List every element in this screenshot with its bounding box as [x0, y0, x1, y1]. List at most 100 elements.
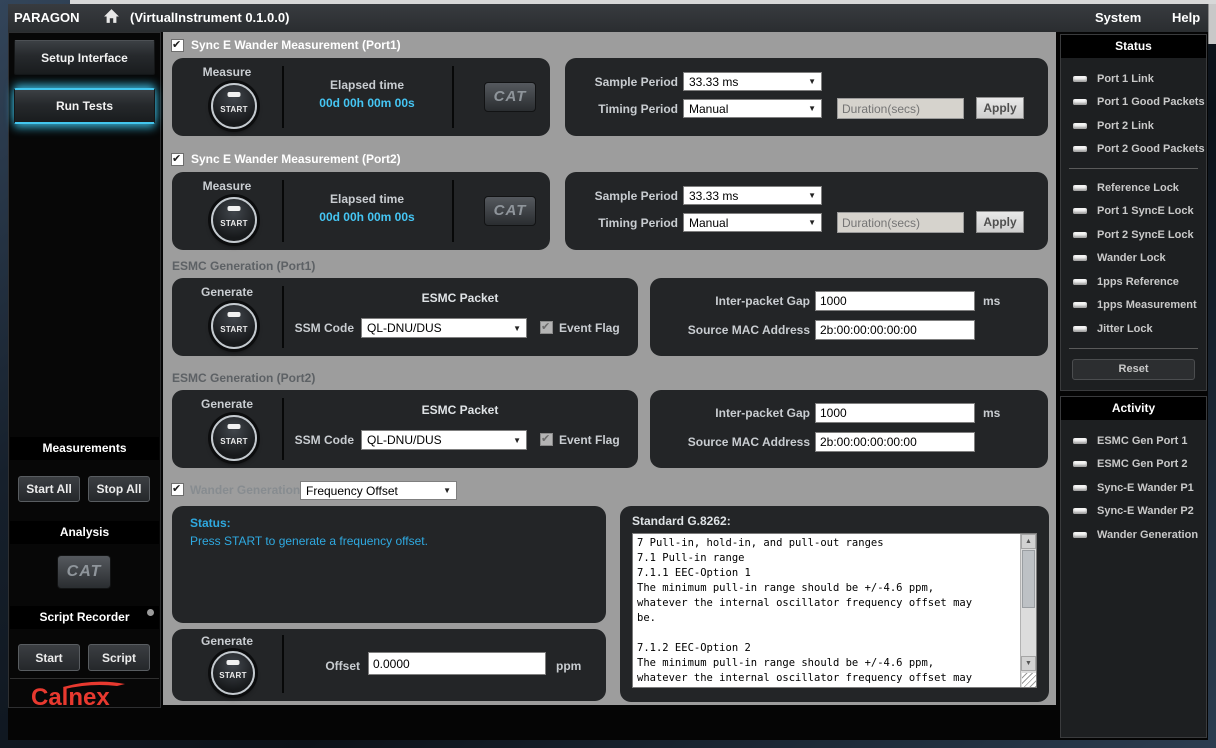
esmc1-mac-input[interactable] — [815, 320, 975, 340]
wander2-start-button[interactable]: START — [211, 197, 257, 243]
esmc1-event-flag-checkbox[interactable] — [540, 321, 553, 334]
esmc1-section-title: ESMC Generation (Port1) — [172, 259, 315, 273]
brand-title: PARAGON — [14, 10, 79, 25]
activity-item: ESMC Gen Port 2 — [1061, 453, 1206, 477]
status-item-label: 1pps Reference — [1097, 276, 1179, 288]
status-item-label: Port 1 Good Packets — [1097, 96, 1205, 108]
wander2-apply-button[interactable]: Apply — [976, 211, 1024, 233]
esmc2-start-button[interactable]: START — [211, 415, 257, 461]
chevron-down-icon: ▼ — [513, 436, 521, 445]
activity-item-label: Sync-E Wander P1 — [1097, 482, 1194, 494]
system-menu[interactable]: System — [1095, 10, 1141, 25]
start-all-label: Start All — [26, 482, 72, 496]
measurements-header: Measurements — [10, 437, 159, 460]
wander2-timing-period-select[interactable]: Manual ▼ — [683, 213, 822, 232]
divider — [1069, 348, 1198, 349]
wander-gen-generate-panel: Generate START Offset ppm — [172, 629, 606, 701]
esmc1-start-button[interactable]: START — [211, 303, 257, 349]
esmc2-mac-input[interactable] — [815, 432, 975, 452]
wander2-duration-input[interactable] — [837, 212, 964, 233]
esmc1-ssm-code-select[interactable]: QL-DNU/DUS ▼ — [361, 318, 527, 338]
cat-analysis-button[interactable]: CAT — [57, 555, 111, 589]
led-indicator — [1073, 485, 1087, 491]
esmc2-event-flag-checkbox[interactable] — [540, 433, 553, 446]
start-dash-icon — [228, 206, 241, 211]
wander1-apply-button[interactable]: Apply — [976, 97, 1024, 119]
esmc1-packet-title: ESMC Packet — [282, 291, 638, 305]
home-icon[interactable] — [103, 8, 120, 28]
scrollbar-thumb[interactable] — [1022, 550, 1035, 608]
activity-item: Sync-E Wander P2 — [1061, 500, 1206, 524]
esmc1-packet-panel: Generate START ESMC Packet SSM Code QL-D… — [172, 278, 638, 356]
wander2-settings-panel: Sample Period 33.33 ms ▼ Timing Period M… — [565, 172, 1048, 250]
status-panel-header: Status — [1061, 35, 1206, 58]
wander1-start-button[interactable]: START — [211, 83, 257, 129]
status-item: Port 2 Link — [1061, 114, 1206, 138]
wander-gen-start-button[interactable]: START — [211, 651, 255, 695]
activity-items: ESMC Gen Port 1ESMC Gen Port 2Sync-E Wan… — [1061, 420, 1206, 547]
wander1-timing-period-label: Timing Period — [573, 102, 678, 116]
activity-item-label: Wander Generation — [1097, 529, 1198, 541]
offset-input[interactable] — [368, 652, 546, 675]
esmc2-ssm-code-label: SSM Code — [282, 433, 354, 447]
wander2-elapsed-label: Elapsed time — [284, 192, 450, 206]
esmc2-generate-label: Generate — [172, 397, 282, 411]
wander2-sample-period-value: 33.33 ms — [689, 189, 738, 203]
script-start-button[interactable]: Start — [18, 644, 80, 671]
wander1-section-title: Sync E Wander Measurement (Port1) — [191, 38, 401, 52]
script-button[interactable]: Script — [88, 644, 150, 671]
status-item: Wander Lock — [1061, 247, 1206, 271]
esmc2-gap-input[interactable] — [815, 403, 975, 423]
scrollbar-track[interactable]: ▲ ▼ — [1020, 534, 1036, 687]
sidebar-item-run-tests[interactable]: Run Tests — [14, 88, 155, 124]
esmc1-gap-input[interactable] — [815, 291, 975, 311]
help-menu[interactable]: Help — [1172, 10, 1200, 25]
reset-button[interactable]: Reset — [1072, 359, 1195, 380]
wander1-timing-period-value: Manual — [689, 102, 728, 116]
wander2-sample-period-select[interactable]: 33.33 ms ▼ — [683, 186, 822, 205]
svg-text:Calnex: Calnex — [31, 684, 110, 709]
chevron-down-icon: ▼ — [513, 324, 521, 333]
wander1-sample-period-select[interactable]: 33.33 ms ▼ — [683, 72, 822, 91]
run-tests-label: Run Tests — [56, 99, 113, 113]
standard-title: Standard G.8262: — [632, 514, 731, 528]
esmc2-ssm-code-select[interactable]: QL-DNU/DUS ▼ — [361, 430, 527, 450]
wander1-measure-label: Measure — [172, 65, 282, 79]
esmc2-gap-unit: ms — [983, 406, 1000, 420]
scroll-up-icon[interactable]: ▲ — [1021, 534, 1036, 549]
esmc2-mac-label: Source MAC Address — [658, 435, 810, 449]
led-indicator — [1073, 146, 1087, 152]
wander-gen-mode-select[interactable]: Frequency Offset ▼ — [300, 481, 457, 500]
wander1-sample-period-value: 33.33 ms — [689, 75, 738, 89]
wander2-cat-button[interactable]: CAT — [484, 196, 536, 226]
wander1-sample-period-label: Sample Period — [573, 75, 678, 89]
wander1-timing-period-select[interactable]: Manual ▼ — [683, 99, 822, 118]
wander1-cat-button[interactable]: CAT — [484, 82, 536, 112]
sidebar-item-setup-interface[interactable]: Setup Interface — [14, 40, 155, 75]
wander2-timing-period-value: Manual — [689, 216, 728, 230]
wander2-enable-checkbox[interactable] — [171, 153, 184, 166]
led-indicator — [1073, 508, 1087, 514]
resize-grip[interactable] — [1022, 673, 1036, 687]
wander-gen-enable-checkbox[interactable] — [171, 483, 184, 496]
window-scrollbar-thumb[interactable] — [1208, 4, 1216, 44]
standard-textbox[interactable]: 7 Pull-in, hold-in, and pull-out ranges … — [632, 533, 1037, 688]
wander1-enable-checkbox[interactable] — [171, 39, 184, 52]
status-item-label: Reference Lock — [1097, 182, 1179, 194]
activity-item: Sync-E Wander P1 — [1061, 476, 1206, 500]
esmc1-event-flag-label: Event Flag — [559, 321, 620, 335]
led-indicator — [1073, 232, 1087, 238]
setup-interface-label: Setup Interface — [41, 51, 128, 65]
status-item: Port 2 SyncE Lock — [1061, 223, 1206, 247]
stop-all-button[interactable]: Stop All — [88, 476, 150, 502]
esmc2-event-flag-label: Event Flag — [559, 433, 620, 447]
led-indicator — [1073, 302, 1087, 308]
chevron-down-icon: ▼ — [808, 191, 816, 200]
esmc2-address-panel: Inter-packet Gap ms Source MAC Address — [650, 390, 1048, 468]
esmc1-start-label: START — [213, 325, 255, 334]
wander1-duration-input[interactable] — [837, 98, 964, 119]
activity-panel: Activity ESMC Gen Port 1ESMC Gen Port 2S… — [1060, 396, 1207, 738]
wander2-section-title: Sync E Wander Measurement (Port2) — [191, 152, 401, 166]
scroll-down-icon[interactable]: ▼ — [1021, 656, 1036, 671]
start-all-button[interactable]: Start All — [18, 476, 80, 502]
